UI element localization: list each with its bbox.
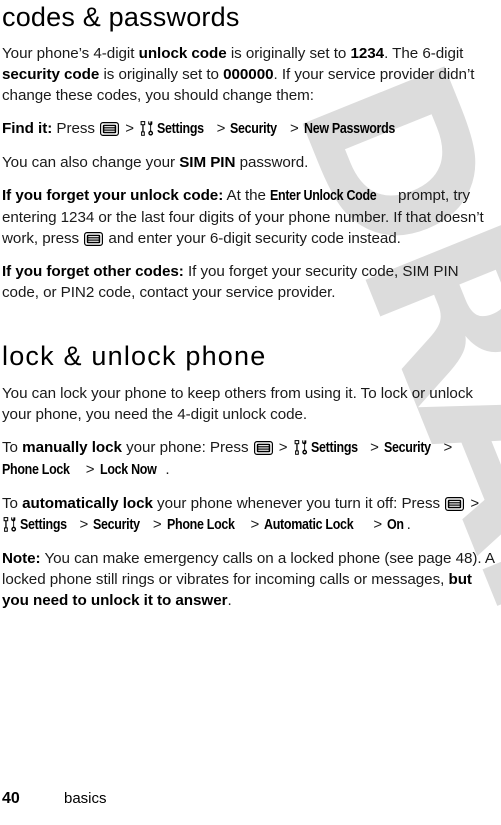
paragraph-auto-lock: To automatically lock your phone wheneve… <box>2 493 499 536</box>
settings-tools-icon <box>3 517 18 532</box>
body-text: To <box>2 439 23 456</box>
body-text: is originally set to <box>99 66 224 83</box>
body-text: Press <box>52 120 100 137</box>
body-text: your phone whenever you turn it off: Pre… <box>152 495 445 512</box>
menu-path-item: Lock Now <box>99 462 157 478</box>
paragraph-forgot-unlock: If you forget your unlock code: At the E… <box>2 185 499 249</box>
menu-path-item: Security <box>230 121 278 137</box>
menu-key-icon <box>100 121 120 137</box>
body-text: Your phone’s 4-digit <box>2 45 139 62</box>
menu-path-item: Phone Lock <box>2 462 70 478</box>
menu-key-icon <box>84 231 104 247</box>
body-text: . <box>227 592 232 609</box>
body-text: At the <box>223 187 271 204</box>
emphasis-text: automatically lock <box>22 495 153 512</box>
menu-path-separator: > <box>75 516 93 533</box>
menu-path-item: Settings <box>310 440 358 456</box>
body-text: password. <box>235 154 309 171</box>
menu-path-item: Security <box>383 440 431 456</box>
body-text: . <box>165 461 170 478</box>
emphasis-text: unlock code <box>138 45 227 62</box>
menu-path-separator: > <box>246 516 264 533</box>
menu-path-item: Settings <box>157 121 204 137</box>
menu-path-separator: > <box>285 120 303 137</box>
body-text: and enter your 6-digit security code ins… <box>104 230 401 247</box>
section-heading: codes & passwords <box>2 2 240 32</box>
paragraph-forgot-other: If you forget other codes: If you forget… <box>2 261 499 303</box>
page-footer: 40 basics <box>2 790 107 808</box>
menu-key-icon <box>445 496 465 512</box>
menu-path-separator: > <box>274 439 292 456</box>
menu-path-separator: > <box>148 516 166 533</box>
menu-path-item: New Passwords <box>303 121 395 137</box>
section-heading: lock & unlock phone <box>2 341 267 371</box>
paragraph-sim-pin: You can also change your SIM PIN passwor… <box>2 152 499 173</box>
emphasis-text: Find it: <box>2 120 53 137</box>
body-text: . The 6-digit <box>384 45 464 62</box>
body-text: . <box>406 516 411 533</box>
paragraph-lock-intro: You can lock your phone to keep others f… <box>2 383 499 425</box>
menu-path-item: Phone Lock <box>166 517 235 533</box>
footer-chapter-label: basics <box>64 790 107 807</box>
emphasis-text: 000000 <box>223 66 274 83</box>
menu-path-separator: > <box>81 461 99 478</box>
body-text: You can also change your <box>2 154 180 171</box>
menu-path-item: Security <box>93 517 141 533</box>
body-text: To <box>2 495 23 512</box>
body-text: You can make emergency calls on a locked… <box>2 550 495 588</box>
body-text: You can lock your phone to keep others f… <box>2 385 473 423</box>
emphasis-text: Note: <box>2 550 41 567</box>
paragraph-intro: Your phone’s 4-digit unlock code is orig… <box>2 43 499 106</box>
heading-spacer <box>2 34 499 43</box>
emphasis-text: SIM PIN <box>179 154 236 171</box>
footer-page-number: 40 <box>2 790 20 807</box>
menu-path-separator: > <box>369 516 387 533</box>
page-content: codes & passwords Your phone’s 4-digit un… <box>0 0 501 818</box>
menu-path-separator: > <box>212 120 230 137</box>
paragraph-find-it: Find it: Press > Settings > Security > N… <box>2 118 499 140</box>
menu-path-separator: > <box>466 495 480 512</box>
menu-key-icon <box>253 440 273 456</box>
body-text: your phone: Press <box>121 439 253 456</box>
heading-spacer <box>2 373 499 383</box>
emphasis-text: manually lock <box>22 439 122 456</box>
emphasis-text: security code <box>2 66 100 83</box>
emphasis-text: 1234 <box>350 45 385 62</box>
paragraph-manual-lock: To manually lock your phone: Press > Set… <box>2 437 499 481</box>
emphasis-text: If you forget your unlock code: <box>2 187 224 204</box>
menu-path-item: Enter Unlock Code <box>270 188 377 204</box>
menu-path-separator: > <box>121 120 139 137</box>
settings-tools-icon <box>294 440 309 455</box>
emphasis-text: If you forget other codes: <box>2 263 184 280</box>
settings-tools-icon <box>140 121 155 136</box>
menu-path-separator: > <box>439 439 453 456</box>
menu-path-item: On <box>387 517 404 533</box>
menu-path-item: Automatic Lock <box>264 517 354 533</box>
menu-path-item: Settings <box>20 517 67 533</box>
paragraph-note: Note: You can make emergency calls on a … <box>2 548 499 611</box>
body-text: is originally set to <box>226 45 351 62</box>
menu-path-separator: > <box>366 439 383 456</box>
